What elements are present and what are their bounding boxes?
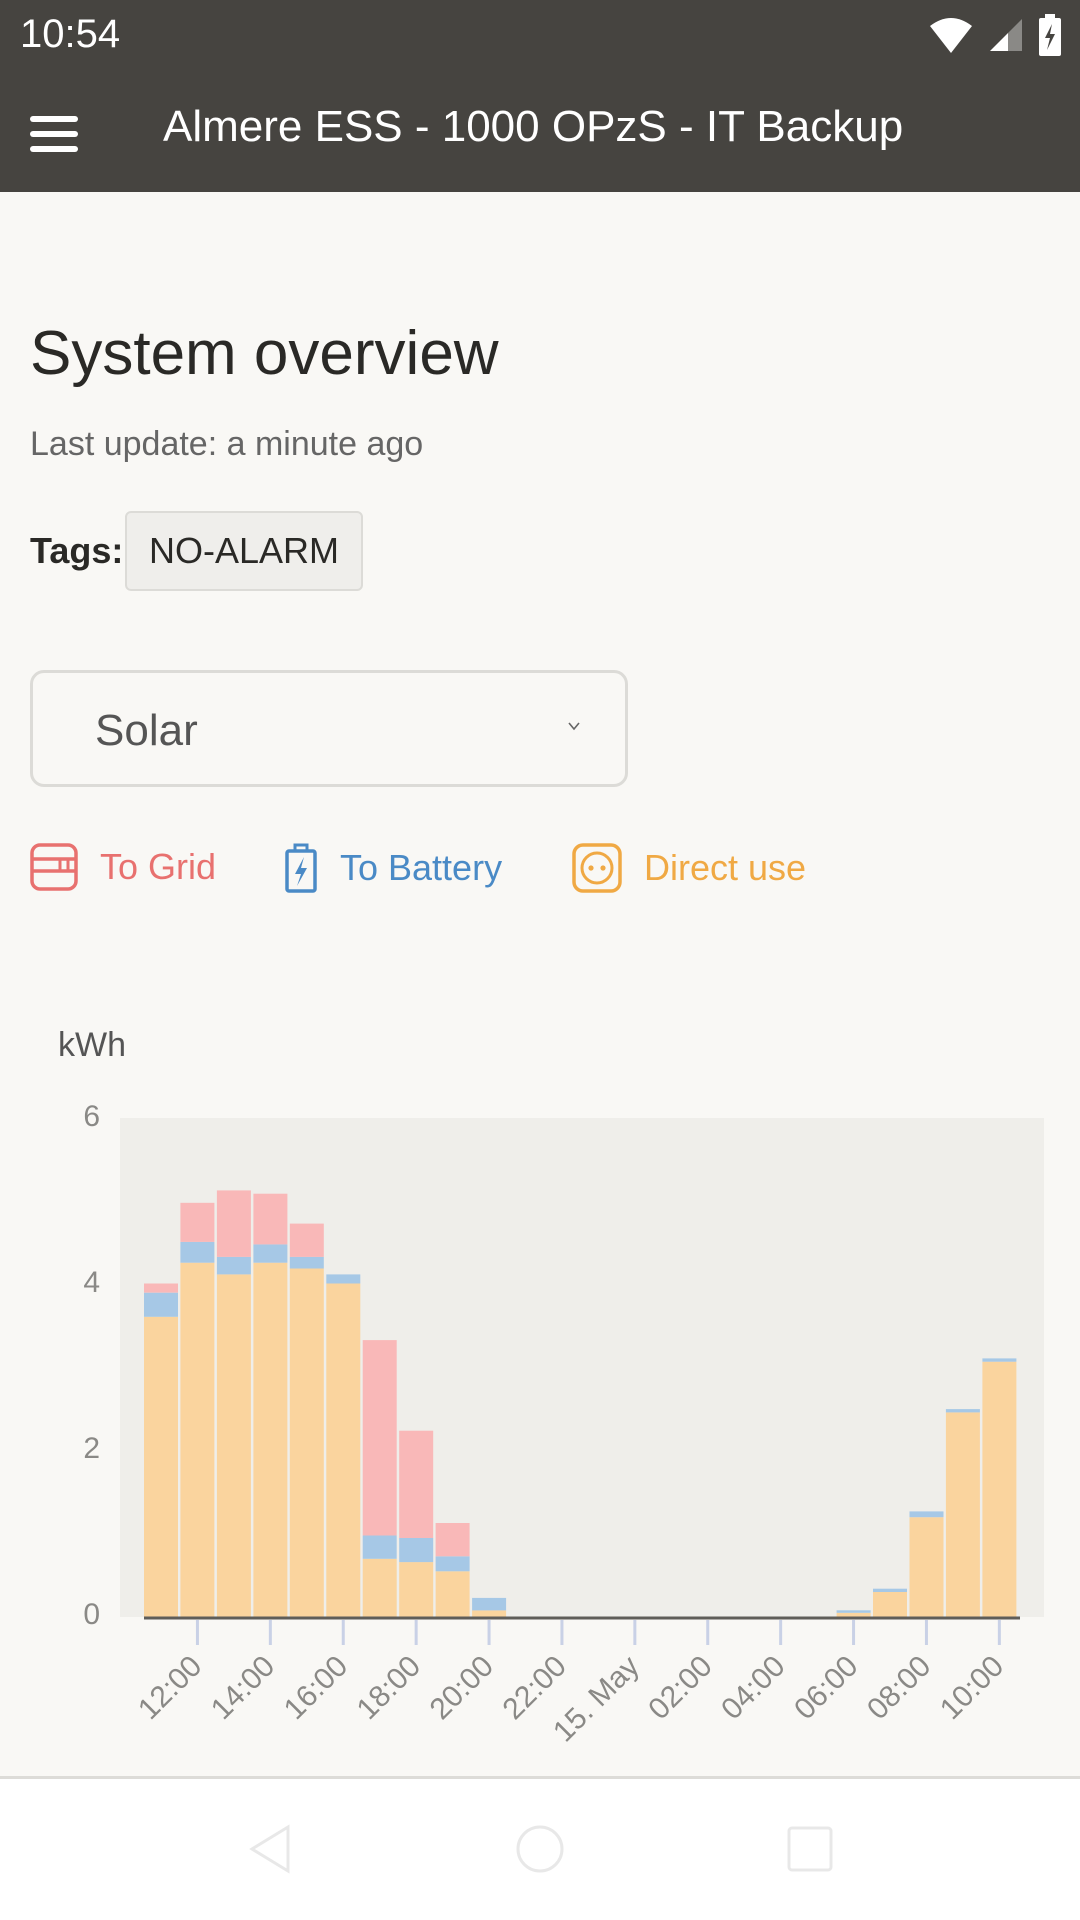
- legend-item-to-grid[interactable]: To Grid: [30, 843, 216, 891]
- bar-segment-to-battery[interactable]: [326, 1274, 361, 1284]
- power-socket-icon: [572, 843, 622, 893]
- bar-segment-direct-use[interactable]: [982, 1361, 1017, 1617]
- legend-item-to-battery[interactable]: To Battery: [284, 843, 502, 893]
- bar-segment-direct-use[interactable]: [289, 1268, 324, 1618]
- navigation-bar: [0, 1779, 1080, 1920]
- x-tick-label: 06:00: [788, 1650, 864, 1726]
- bar-segment-direct-use[interactable]: [399, 1562, 434, 1617]
- x-ticks: 12:0014:0016:0018:0020:0022:0015. May02:…: [132, 1620, 1010, 1748]
- solar-chart: 12:0014:0016:0018:0020:0022:0015. May02:…: [120, 1118, 1044, 1748]
- legend-item-direct-use[interactable]: Direct use: [572, 843, 806, 893]
- bar-segment-to-battery[interactable]: [945, 1409, 980, 1413]
- bar-segment-to-battery[interactable]: [399, 1538, 434, 1563]
- hamburger-menu-icon[interactable]: [30, 116, 78, 152]
- bar-segment-to-battery[interactable]: [253, 1244, 288, 1263]
- app-bar: Almere ESS - 1000 OPzS - IT Backup: [0, 72, 1080, 192]
- bar-segment-to-grid[interactable]: [399, 1430, 434, 1538]
- bar-segment-direct-use[interactable]: [873, 1592, 907, 1617]
- bar-segment-to-battery[interactable]: [435, 1556, 470, 1572]
- x-tick-label: 20:00: [424, 1650, 500, 1726]
- bar-segment-direct-use[interactable]: [836, 1612, 871, 1617]
- bar-segment-direct-use[interactable]: [909, 1517, 944, 1617]
- app-title: Almere ESS - 1000 OPzS - IT Backup: [163, 102, 904, 151]
- bar-segment-direct-use[interactable]: [216, 1274, 251, 1617]
- signal-icon: [990, 19, 1022, 51]
- legend-label-to-battery: To Battery: [340, 847, 503, 888]
- battery-icon: [285, 843, 317, 893]
- x-tick-label: 16:00: [278, 1650, 354, 1726]
- bar-segment-direct-use[interactable]: [362, 1558, 397, 1617]
- bar-segment-to-grid[interactable]: [216, 1190, 251, 1257]
- bar-segment-to-grid[interactable]: [435, 1523, 470, 1557]
- battery-charging-icon: [1039, 14, 1061, 56]
- bar-segment-to-battery[interactable]: [216, 1256, 251, 1275]
- recents-icon[interactable]: [780, 1819, 840, 1879]
- x-tick-label: 04:00: [715, 1650, 791, 1726]
- bar-segment-to-grid[interactable]: [362, 1340, 397, 1536]
- status-time: 10:54: [20, 12, 121, 56]
- wifi-icon: [930, 18, 972, 53]
- bar-segment-direct-use[interactable]: [144, 1316, 178, 1617]
- source-select-value: Solar: [95, 706, 198, 755]
- tags-label: Tags:: [30, 530, 124, 571]
- bar-segment-direct-use[interactable]: [945, 1412, 980, 1617]
- bar-segment-to-grid[interactable]: [253, 1193, 288, 1245]
- x-tick-label: 14:00: [205, 1650, 281, 1726]
- grid-meter-icon: [30, 843, 78, 891]
- home-icon[interactable]: [510, 1819, 570, 1879]
- bar-segment-to-battery[interactable]: [289, 1256, 324, 1269]
- tag-badge[interactable]: NO-ALARM: [125, 511, 363, 591]
- bar-segment-to-grid[interactable]: [144, 1283, 178, 1293]
- chevron-down-icon: [568, 722, 580, 731]
- x-tick-label: 02:00: [642, 1650, 718, 1726]
- bar-segment-to-battery[interactable]: [362, 1535, 397, 1559]
- bar-segment-direct-use[interactable]: [180, 1262, 215, 1617]
- back-icon[interactable]: [240, 1819, 300, 1879]
- status-bar: 10:54: [0, 0, 1080, 72]
- bar-segment-direct-use[interactable]: [253, 1262, 288, 1617]
- bar-segment-to-battery[interactable]: [873, 1588, 907, 1592]
- bar-segment-direct-use[interactable]: [326, 1283, 361, 1618]
- bar-segment-to-grid[interactable]: [180, 1202, 215, 1242]
- bar-segment-to-battery[interactable]: [836, 1610, 871, 1613]
- bar-segment-to-battery[interactable]: [982, 1358, 1017, 1362]
- chart-legend: To Grid To Battery Direct use: [0, 843, 1080, 903]
- bar-segment-direct-use[interactable]: [472, 1610, 507, 1617]
- bar-segment-to-battery[interactable]: [180, 1241, 215, 1263]
- source-select[interactable]: Solar: [30, 670, 628, 787]
- page-title: System overview: [30, 319, 499, 388]
- x-tick-label: 08:00: [861, 1650, 937, 1726]
- last-update-text: Last update: a minute ago: [30, 425, 424, 463]
- bar-segment-to-grid[interactable]: [289, 1223, 324, 1257]
- bar-segment-to-battery[interactable]: [909, 1511, 944, 1518]
- bar-segment-to-battery[interactable]: [472, 1597, 507, 1611]
- legend-label-to-grid: To Grid: [100, 846, 217, 887]
- x-tick-label: 18:00: [351, 1650, 427, 1726]
- x-tick-label: 10:00: [934, 1650, 1010, 1726]
- bar-segment-to-battery[interactable]: [144, 1292, 178, 1317]
- x-tick-label: 12:00: [132, 1650, 208, 1726]
- legend-label-direct-use: Direct use: [644, 847, 807, 888]
- bar-segment-direct-use[interactable]: [435, 1571, 470, 1617]
- chart-y-unit: kWh: [58, 1026, 126, 1064]
